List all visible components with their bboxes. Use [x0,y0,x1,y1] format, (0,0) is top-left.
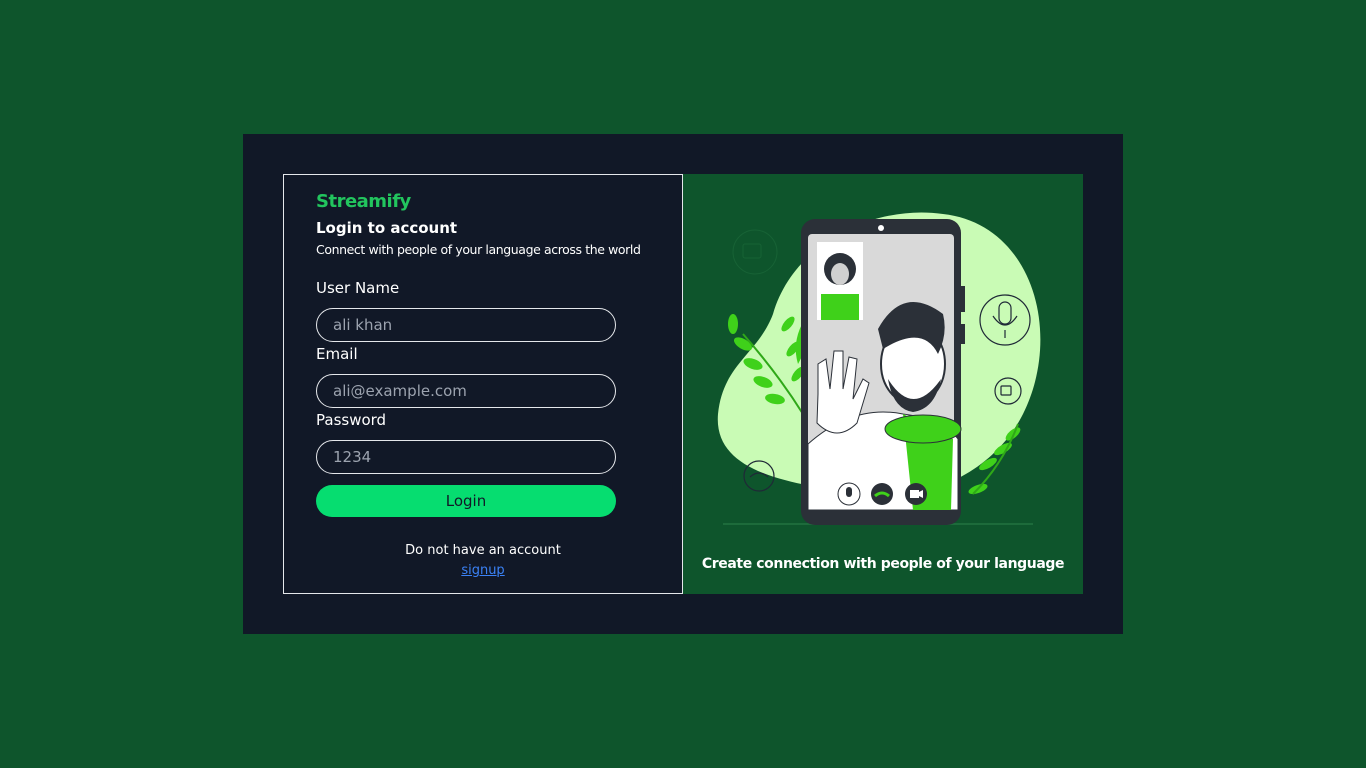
brand-logo: Streamify [316,191,411,212]
login-button[interactable]: Login [316,485,616,517]
signup-link[interactable]: signup [461,563,504,578]
username-label: User Name [316,279,400,297]
login-card: Streamify Login to account Connect with … [283,174,683,594]
video-call-illustration-icon [717,212,1041,525]
username-input[interactable] [316,308,616,342]
email-input[interactable] [316,374,616,408]
password-label: Password [316,411,387,429]
page-title: Login to account [316,219,458,237]
password-input[interactable] [316,440,616,474]
promo-panel: Create connection with people of your la… [683,174,1083,594]
signup-link-wrapper: signup [284,563,682,578]
login-container: Streamify Login to account Connect with … [243,134,1123,634]
no-account-text: Do not have an account [405,543,561,558]
page-subtitle: Connect with people of your language acr… [316,242,641,257]
email-label: Email [316,345,358,363]
promo-caption: Create connection with people of your la… [701,556,1065,572]
